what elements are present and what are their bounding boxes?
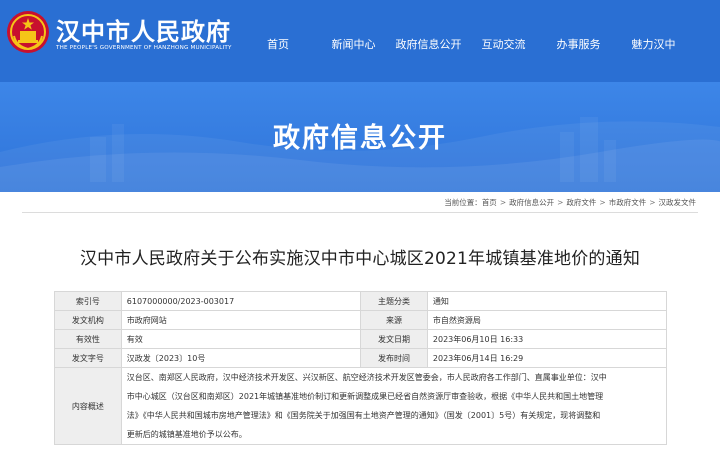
meta-label: 主题分类 [360, 291, 428, 311]
breadcrumb-item-hzf-docs[interactable]: 汉政发文件 [659, 197, 697, 208]
meta-label: 有效性 [54, 329, 122, 349]
nav-item-home[interactable]: 首页 [240, 36, 316, 52]
meta-label: 发文机构 [54, 310, 122, 330]
document-meta-table: 索引号 6107000000/2023-003017 主题分类 通知 发文机构 … [54, 291, 668, 445]
meta-label: 来源 [360, 310, 428, 330]
meta-issuer-value: 市政府网站 [120, 310, 362, 330]
meta-docno-value: 汉政发〔2023〕10号 [120, 348, 362, 368]
breadcrumb-item-gov-info[interactable]: 政府信息公开 [509, 197, 554, 208]
chevron-right-icon: > [557, 198, 564, 207]
divider [22, 212, 698, 213]
nav-item-interaction[interactable]: 互动交流 [466, 36, 541, 52]
breadcrumb-item-gov-docs[interactable]: 政府文件 [566, 197, 596, 208]
meta-validity-value: 有效 [120, 329, 362, 349]
breadcrumb-prefix: 当前位置： [444, 198, 482, 207]
nav-item-news[interactable]: 新闻中心 [316, 36, 391, 52]
meta-pubtime-value: 2023年06月14日 16:29 [426, 348, 668, 368]
breadcrumb-item-city-docs[interactable]: 市政府文件 [609, 197, 647, 208]
meta-label: 索引号 [54, 291, 122, 311]
meta-label: 内容概述 [54, 367, 122, 445]
table-row: 索引号 6107000000/2023-003017 主题分类 通知 [54, 291, 668, 311]
meta-label: 发文字号 [54, 348, 122, 368]
chevron-right-icon: > [499, 198, 507, 207]
nav-item-charm-hanzhong[interactable]: 魅力汉中 [616, 36, 691, 52]
meta-summary-value: 汉台区、南郑区人民政府，汉中经济技术开发区、兴汉新区、航空经济技术开发区管委会，… [120, 367, 668, 445]
meta-category-value: 通知 [426, 291, 668, 311]
summary-line: 汉台区、南郑区人民政府，汉中经济技术开发区、兴汉新区、航空经济技术开发区管委会，… [126, 373, 607, 382]
breadcrumb-item-home[interactable]: 首页 [482, 197, 497, 208]
meta-source-value: 市自然资源局 [426, 310, 668, 330]
summary-line: 市中心城区（汉台区和南郑区）2021年城镇基准地价制订和更新调整成果已经省自然资… [126, 392, 604, 401]
site-subtitle: THE PEOPLE'S GOVERNMENT OF HANZHONG MUNI… [56, 45, 232, 51]
table-row: 内容概述 汉台区、南郑区人民政府，汉中经济技术开发区、兴汉新区、航空经济技术开发… [54, 367, 668, 445]
table-row: 发文机构 市政府网站 来源 市自然资源局 [54, 310, 668, 330]
summary-line: 更新后的城镇基准地价予以公布。 [126, 430, 247, 439]
national-emblem-icon[interactable] [6, 10, 50, 54]
banner-title: 政府信息公开 [273, 123, 447, 154]
meta-date-value: 2023年06月10日 16:33 [426, 329, 668, 349]
meta-label: 发布时间 [360, 348, 428, 368]
breadcrumb: 当前位置： 首页 > 政府信息公开 > 政府文件 > 市政府文件 > 汉政发文件 [444, 197, 696, 208]
table-row: 有效性 有效 发文日期 2023年06月10日 16:33 [54, 329, 668, 349]
main-nav: 首页 新闻中心 政府信息公开 互动交流 办事服务 魅力汉中 [240, 36, 691, 52]
nav-item-gov-info[interactable]: 政府信息公开 [391, 36, 466, 52]
chevron-right-icon: > [599, 198, 606, 207]
site-header: 汉中市人民政府 THE PEOPLE'S GOVERNMENT OF HANZH… [0, 0, 720, 82]
meta-index-value: 6107000000/2023-003017 [120, 291, 362, 311]
page-banner: 政府信息公开 [0, 82, 720, 192]
meta-label: 发文日期 [360, 329, 428, 349]
chevron-right-icon: > [649, 198, 656, 207]
site-title[interactable]: 汉中市人民政府 [56, 12, 231, 47]
article-title: 汉中市人民政府关于公布实施汉中市中心城区2021年城镇基准地价的通知 [79, 249, 641, 269]
nav-item-services[interactable]: 办事服务 [541, 36, 616, 52]
summary-line: 法》《中华人民共和国城市房地产管理法》和《国务院关于加强国有土地资产管理的通知》… [126, 411, 601, 420]
table-row: 发文字号 汉政发〔2023〕10号 发布时间 2023年06月14日 16:29 [54, 348, 668, 368]
